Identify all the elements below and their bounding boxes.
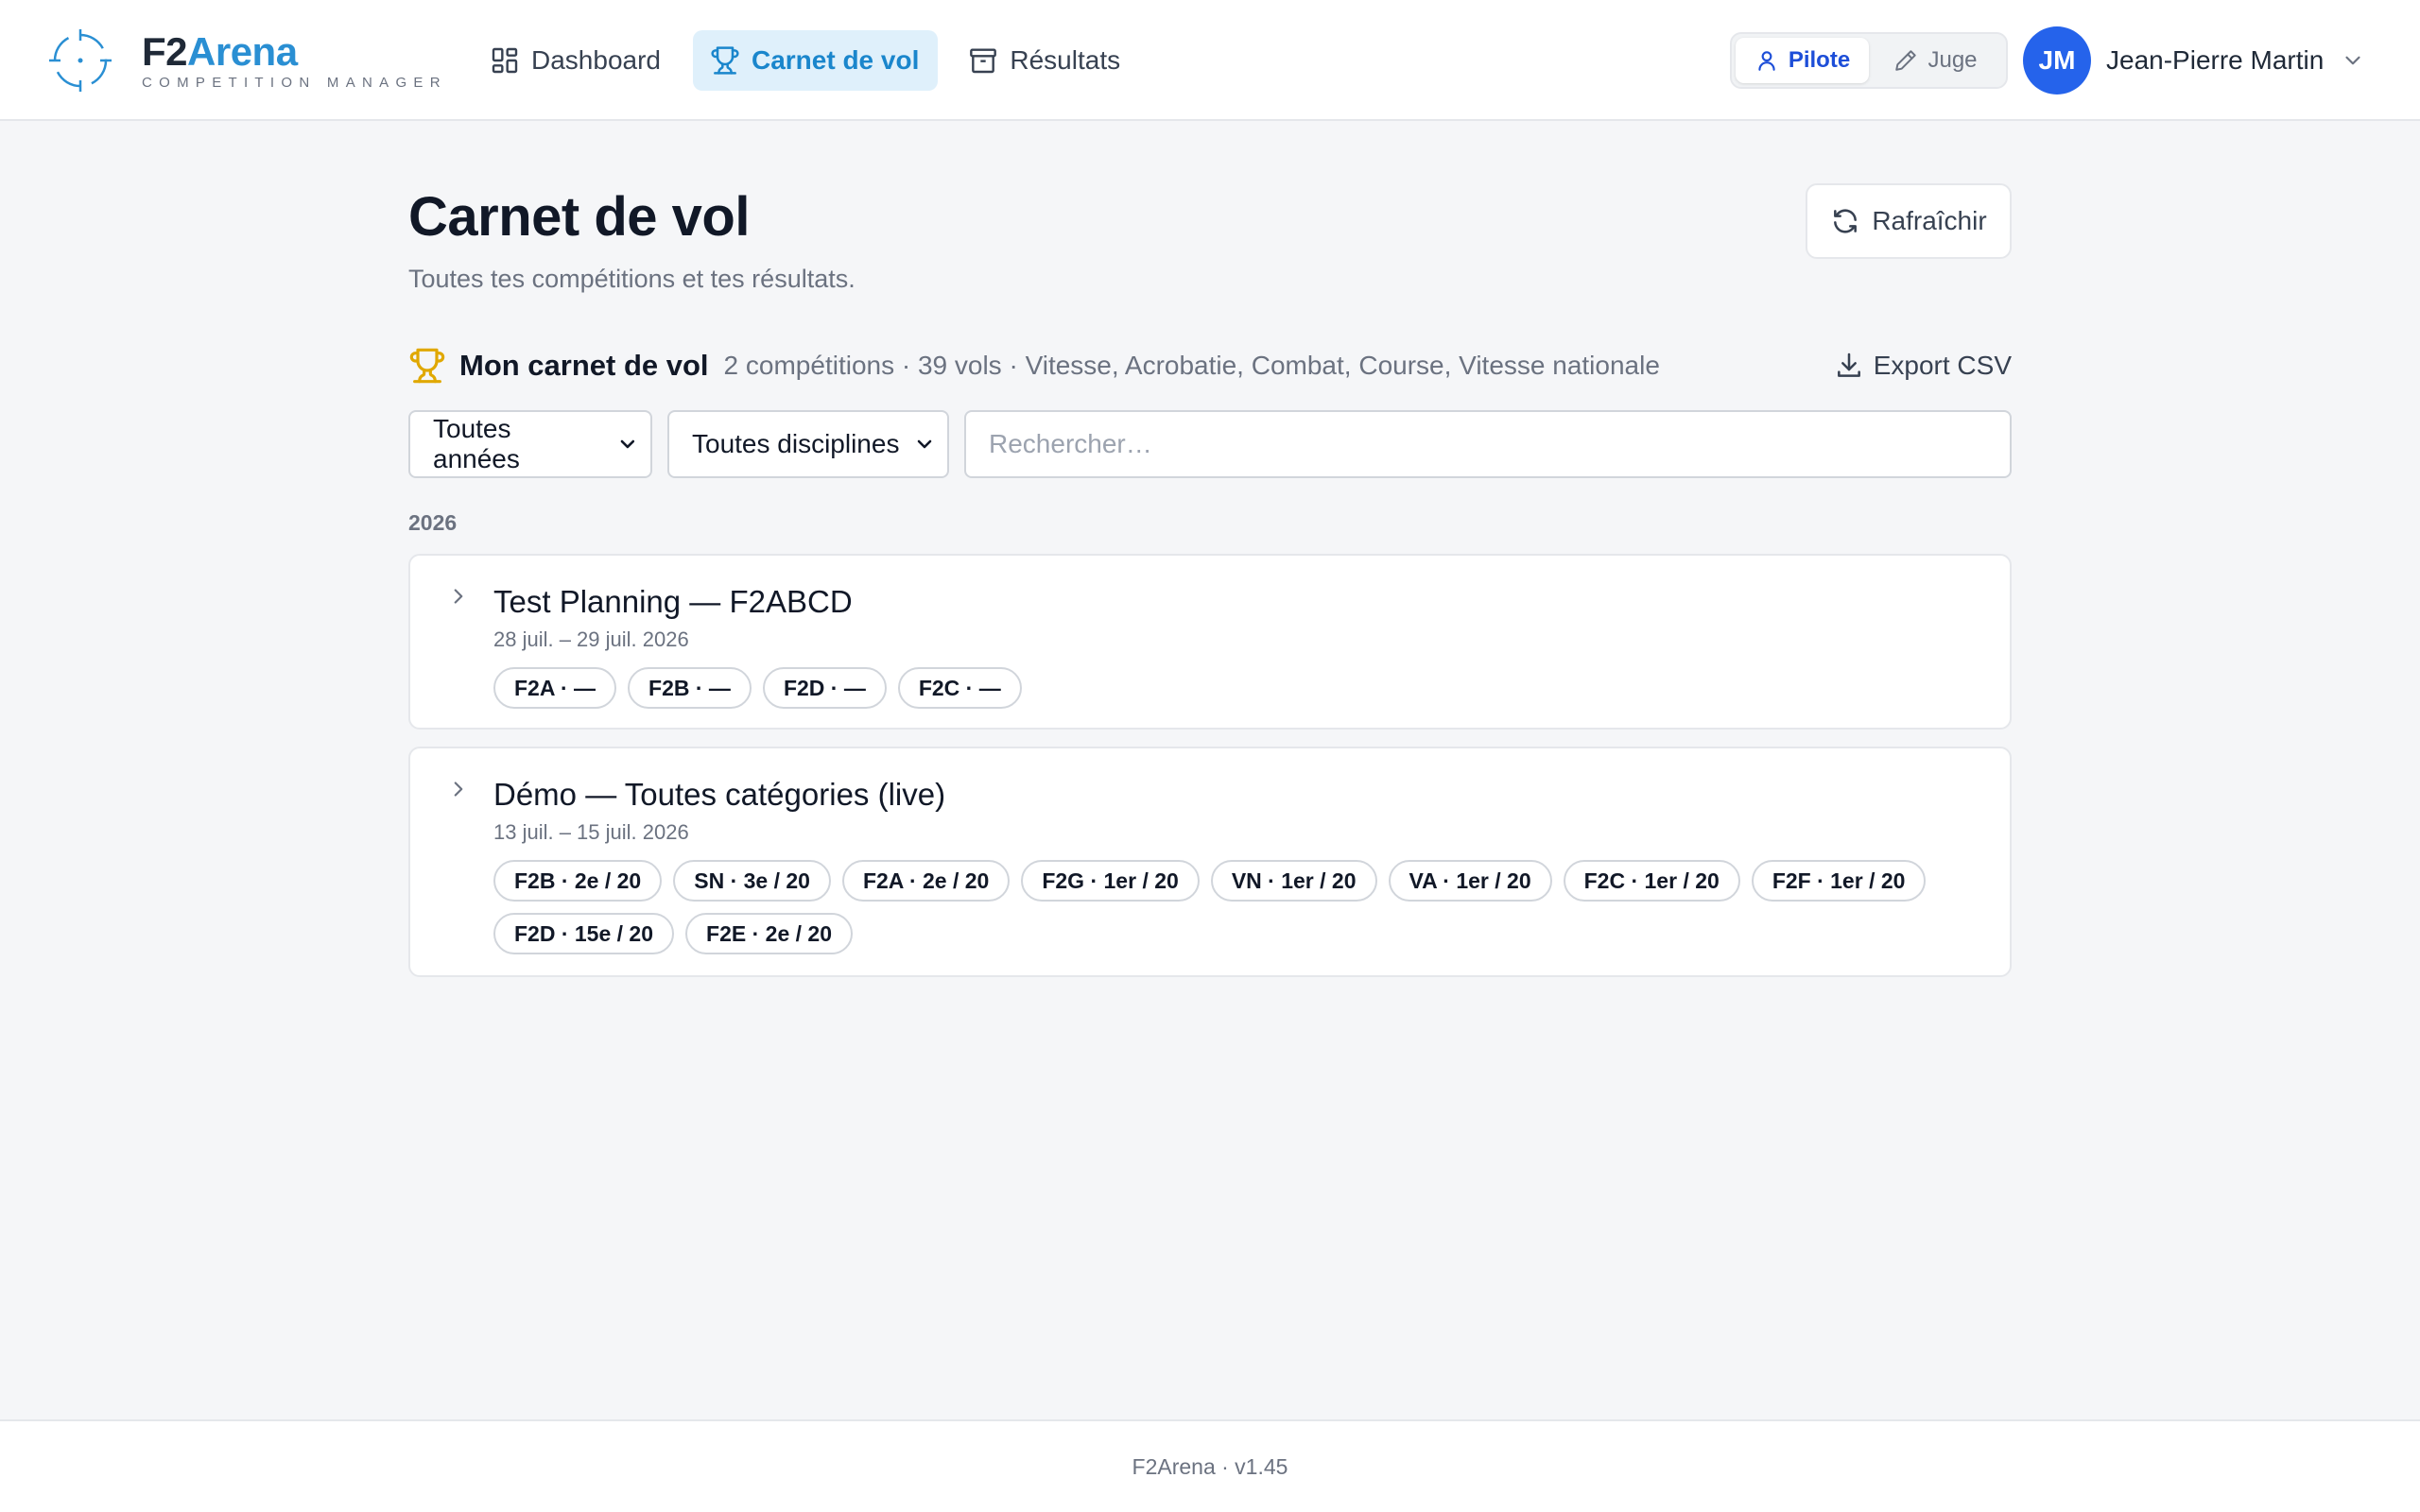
- discipline-chips: F2A · — F2B · — F2D · — F2C · —: [493, 667, 1987, 720]
- footer: F2Arena · v1.45: [0, 1419, 2420, 1512]
- user-menu[interactable]: JM Jean-Pierre Martin: [2023, 26, 2365, 94]
- competition-name: Test Planning — F2ABCD: [493, 584, 853, 619]
- chevron-down-icon: [917, 439, 932, 449]
- year-group-label: 2026: [408, 510, 458, 535]
- year-select-value: Toutes années: [433, 414, 520, 473]
- chevron-right-icon[interactable]: [446, 584, 471, 609]
- brand-logo-link[interactable]: F2Arena COMPETITION MANAGER: [49, 26, 447, 94]
- refresh-icon: [1834, 209, 1858, 233]
- chevron-down-icon: [620, 439, 635, 449]
- competition-name: Démo — Toutes catégories (live): [493, 777, 946, 812]
- refresh-label: Rafraîchir: [1872, 206, 1987, 235]
- trophy-icon: [711, 46, 739, 75]
- role-pilote-label: Pilote: [1788, 47, 1851, 73]
- top-bar: F2Arena COMPETITION MANAGER Dashboard Ca…: [0, 0, 2420, 121]
- discipline-chip[interactable]: F2B · —: [628, 667, 752, 709]
- discipline-chip[interactable]: F2D · —: [762, 667, 887, 709]
- competition-card[interactable]: Démo — Toutes catégories (live) 13 juil.…: [408, 747, 2012, 977]
- discipline-chip[interactable]: F2G · 1er / 20: [1021, 860, 1200, 902]
- chevron-right-icon[interactable]: [446, 777, 471, 801]
- discipline-chip[interactable]: F2A · 2e / 20: [841, 860, 1011, 902]
- discipline-chip[interactable]: VN · 1er / 20: [1210, 860, 1377, 902]
- export-csv-button[interactable]: Export CSV: [1834, 344, 2012, 387]
- nav-carnet-de-vol[interactable]: Carnet de vol: [692, 30, 939, 91]
- discipline-chip[interactable]: SN · 3e / 20: [673, 860, 831, 902]
- filters-bar: Toutes années Toutes disciplines: [408, 410, 2012, 478]
- discipline-chip[interactable]: F2C · 1er / 20: [1563, 860, 1740, 902]
- page-title: Carnet de vol: [408, 186, 750, 248]
- footer-version: F2Arena · v1.45: [1132, 1453, 1288, 1479]
- trophy-icon: [409, 348, 445, 384]
- user-icon: [1758, 51, 1775, 71]
- brand-name: F2Arena: [142, 28, 298, 74]
- discipline-chip[interactable]: F2C · —: [897, 667, 1022, 709]
- download-icon: [1837, 352, 1860, 377]
- avatar: JM: [2023, 26, 2091, 94]
- discipline-chip[interactable]: VA · 1er / 20: [1388, 860, 1552, 902]
- carnet-summary: Mon carnet de vol 2 compétitions · 39 vo…: [408, 344, 2012, 387]
- pencil-icon: [1895, 50, 1917, 71]
- page-subtitle: Toutes tes compétitions et tes résultats…: [408, 265, 856, 293]
- discipline-chips: F2B · 2e / 20 SN · 3e / 20 F2A · 2e / 20…: [493, 860, 1987, 966]
- discipline-select[interactable]: Toutes disciplines: [667, 410, 949, 478]
- competition-dates: 28 juil. – 29 juil. 2026: [493, 627, 689, 651]
- nav-dashboard-label: Dashboard: [531, 45, 661, 75]
- discipline-chip[interactable]: F2F · 1er / 20: [1751, 860, 1927, 902]
- export-csv-label: Export CSV: [1873, 351, 2012, 380]
- discipline-chip[interactable]: F2B · 2e / 20: [493, 860, 663, 902]
- competition-card[interactable]: Test Planning — F2ABCD 28 juil. – 29 jui…: [408, 554, 2012, 730]
- search-input[interactable]: [964, 410, 2012, 478]
- discipline-chip[interactable]: F2D · 15e / 20: [493, 913, 675, 954]
- role-switch: Pilote Juge: [1730, 32, 2008, 89]
- year-select[interactable]: Toutes années: [408, 410, 652, 478]
- role-pilote-button[interactable]: Pilote: [1736, 38, 1869, 83]
- crosshair-logo-icon: [49, 29, 112, 92]
- role-juge-button[interactable]: Juge: [1869, 38, 2002, 83]
- discipline-chip[interactable]: F2A · —: [493, 667, 617, 709]
- nav-carnet-label: Carnet de vol: [751, 45, 920, 75]
- main-nav: Dashboard Carnet de vol Résultats: [473, 30, 1152, 91]
- carnet-meta: 2 compétitions · 39 vols · Vitesse, Acro…: [723, 351, 1660, 380]
- discipline-chip[interactable]: F2E · 2e / 20: [685, 913, 853, 954]
- role-juge-label: Juge: [1927, 47, 1978, 73]
- competition-dates: 13 juil. – 15 juil. 2026: [493, 820, 689, 844]
- nav-dashboard[interactable]: Dashboard: [473, 30, 680, 91]
- archive-box-icon: [970, 48, 997, 74]
- chevron-down-icon: [2345, 56, 2360, 65]
- brand-text: F2Arena COMPETITION MANAGER: [142, 28, 447, 91]
- refresh-button[interactable]: Rafraîchir: [1806, 183, 2012, 259]
- dashboard-grid-icon: [492, 47, 518, 74]
- brand-tagline: COMPETITION MANAGER: [142, 74, 447, 91]
- user-name: Jean-Pierre Martin: [2106, 45, 2325, 75]
- carnet-title: Mon carnet de vol: [459, 349, 709, 382]
- nav-resultats[interactable]: Résultats: [951, 30, 1139, 91]
- discipline-select-value: Toutes disciplines: [692, 429, 900, 458]
- nav-resultats-label: Résultats: [1010, 45, 1121, 75]
